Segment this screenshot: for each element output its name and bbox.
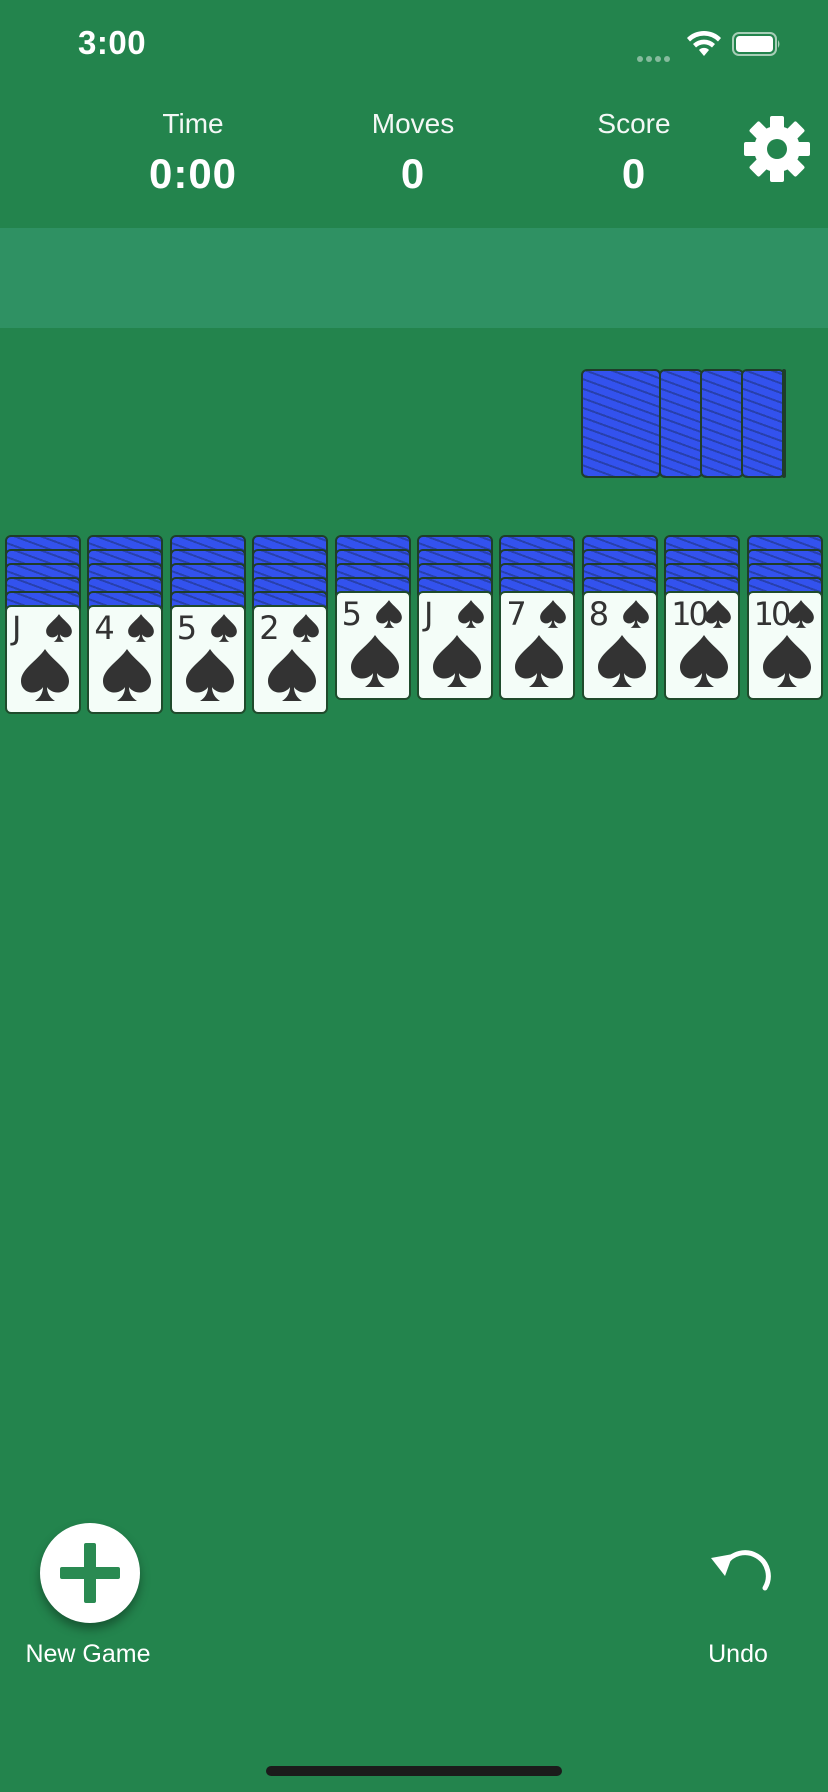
spade-icon: [350, 635, 399, 687]
face-up-card[interactable]: 10: [746, 591, 823, 700]
time-label: Time: [162, 108, 224, 139]
card-rank: 4: [94, 609, 114, 647]
face-up-card[interactable]: 5: [334, 591, 411, 700]
face-up-card[interactable]: J: [5, 605, 81, 714]
card-rank: J: [424, 595, 434, 633]
spade-small-icon: [46, 614, 72, 642]
face-up-card[interactable]: 8: [581, 591, 658, 700]
card-rank: 10: [671, 595, 709, 633]
new-game-label: New Game: [25, 1640, 151, 1668]
undo-label: Undo: [708, 1640, 768, 1668]
card-rank: 10: [753, 595, 792, 633]
spade-small-icon: [210, 614, 237, 642]
face-up-card[interactable]: J: [417, 591, 493, 700]
spade-icon: [762, 635, 811, 687]
card-rank: 2: [259, 609, 279, 647]
face-up-card[interactable]: 10: [664, 591, 741, 700]
spade-icon: [268, 649, 317, 701]
undo-arrow-icon[interactable]: [703, 1548, 773, 1598]
spade-icon: [680, 635, 729, 687]
home-indicator: [266, 1766, 562, 1776]
spade-small-icon: [787, 600, 814, 628]
time-value: 0:00: [148, 150, 238, 197]
score-value: 0: [621, 150, 647, 197]
face-up-card[interactable]: 5: [169, 605, 246, 714]
signal-dots-icon: [637, 49, 677, 62]
spade-small-icon: [622, 600, 649, 628]
spade-small-icon: [293, 614, 320, 642]
spade-icon: [185, 649, 234, 701]
stock-card-back[interactable]: [581, 369, 661, 478]
face-up-card[interactable]: 7: [499, 591, 576, 700]
score-label: Score: [597, 108, 671, 139]
spade-small-icon: [705, 600, 732, 628]
spade-icon: [103, 649, 152, 701]
moves-value: 0: [400, 150, 426, 197]
foundation-area: [0, 228, 828, 328]
gear-icon[interactable]: [742, 114, 812, 184]
stock-card-back[interactable]: [700, 369, 744, 478]
stock-card-back[interactable]: [782, 369, 786, 478]
card-rank: J: [12, 609, 22, 647]
moves-label: Moves: [371, 108, 455, 139]
score-stat: Score 0: [554, 108, 714, 198]
stock-card-back[interactable]: [659, 369, 703, 478]
stock-card-back[interactable]: [741, 369, 785, 478]
status-time: 3:00: [78, 24, 147, 61]
spade-small-icon: [375, 600, 402, 628]
spade-small-icon: [540, 600, 567, 628]
spade-small-icon: [128, 614, 155, 642]
card-rank: 8: [588, 595, 609, 633]
spade-icon: [597, 635, 646, 687]
face-up-card[interactable]: 4: [87, 605, 164, 714]
spade-small-icon: [458, 600, 484, 628]
face-up-card[interactable]: 2: [252, 605, 329, 714]
battery-icon: [732, 32, 780, 56]
time-stat: Time 0:00: [113, 108, 273, 198]
spade-icon: [21, 649, 69, 701]
card-rank: 5: [176, 609, 197, 647]
spade-icon: [515, 635, 564, 687]
moves-stat: Moves 0: [333, 108, 493, 198]
new-game-button[interactable]: [40, 1523, 140, 1623]
card-rank: 5: [341, 595, 362, 633]
plus-icon: [60, 1543, 120, 1603]
spade-icon: [433, 635, 481, 687]
wifi-icon: [687, 30, 721, 56]
card-rank: 7: [506, 595, 526, 633]
